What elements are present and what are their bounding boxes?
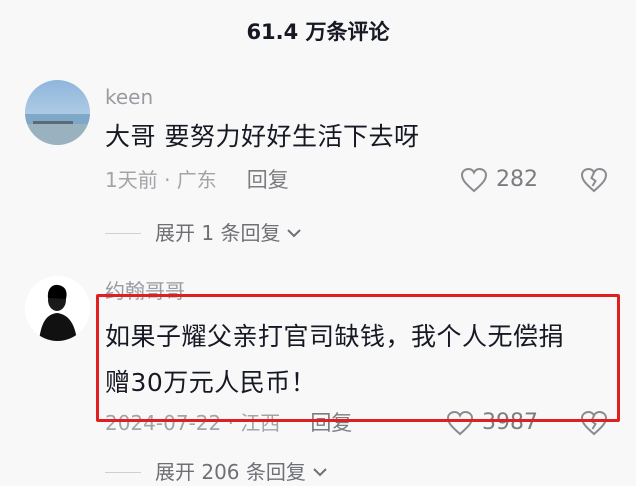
expand-replies-label: 展开 206 条回复 — [155, 460, 306, 484]
like-button[interactable]: 282 — [460, 165, 538, 195]
divider — [105, 232, 141, 234]
comment-text: 大哥 要努力好好生活下去呀 — [105, 122, 420, 151]
comment-meta: 1天前 · 广东 回复 — [105, 165, 289, 195]
heart-icon — [460, 167, 488, 193]
expand-replies-label: 展开 1 条回复 — [155, 221, 281, 245]
heart-icon — [446, 410, 474, 436]
like-count: 3987 — [482, 410, 538, 435]
comments-count-title: 61.4 万条评论 — [246, 20, 390, 44]
expand-replies-button[interactable]: 展开 206 条回复 — [105, 458, 328, 486]
comment-time-location: 2024-07-22 · 江西 — [105, 411, 281, 435]
avatar[interactable] — [25, 80, 90, 145]
avatar[interactable] — [25, 276, 90, 341]
comment-text-line2: 赠30万元人民币！ — [105, 368, 317, 397]
comment-username[interactable]: 约翰哥哥 — [105, 278, 185, 304]
reply-button[interactable]: 回复 — [247, 165, 289, 195]
dislike-button[interactable] — [580, 410, 608, 440]
chevron-down-icon — [287, 229, 302, 238]
comment-meta: 2024-07-22 · 江西 回复 — [105, 408, 352, 438]
like-count: 282 — [496, 167, 538, 192]
broken-heart-icon — [580, 410, 608, 436]
comment-username[interactable]: keen — [105, 84, 153, 110]
divider — [105, 471, 141, 473]
reply-button[interactable]: 回复 — [310, 408, 352, 438]
broken-heart-icon — [580, 167, 608, 193]
dislike-button[interactable] — [580, 167, 608, 197]
like-button[interactable]: 3987 — [446, 408, 538, 438]
expand-replies-button[interactable]: 展开 1 条回复 — [105, 219, 302, 247]
comment-time-location: 1天前 · 广东 — [105, 168, 217, 192]
chevron-down-icon — [313, 468, 327, 477]
comment-text-line1: 如果子耀父亲打官司缺钱，我个人无偿捐 — [105, 322, 565, 351]
